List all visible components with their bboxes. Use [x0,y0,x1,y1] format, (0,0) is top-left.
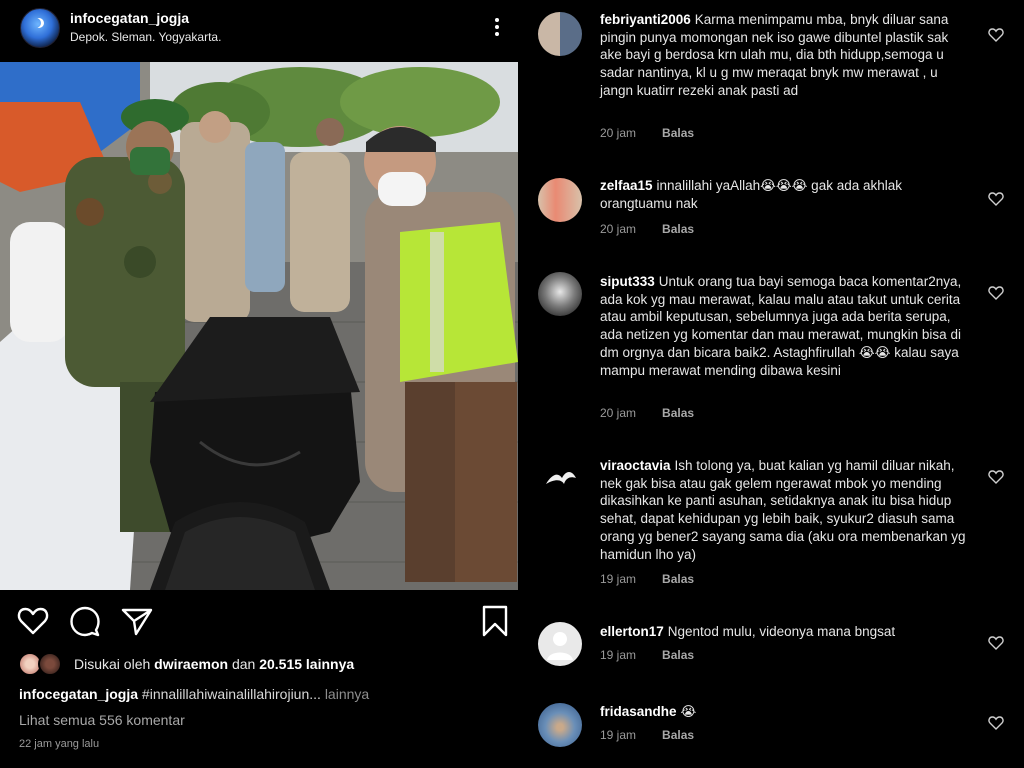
comment-body: 😭 [680,704,697,719]
commenter-avatar[interactable] [538,622,582,666]
commenter-avatar[interactable] [538,456,582,500]
default-avatar-icon [547,632,573,660]
comment-icon[interactable] [68,604,102,638]
post-timestamp: 22 jam yang lalu [19,738,100,750]
reply-button[interactable]: Balas [662,648,694,662]
heart-icon[interactable] [988,286,1004,300]
comment-time: 20 jam [600,406,637,420]
comment-meta: 19 jam Balas [600,648,720,662]
view-all-comments-link[interactable]: Lihat semua 556 komentar [19,712,185,728]
caption-text: #innalillahiwainalillahirojiun... [141,686,321,702]
comment-username[interactable]: ellerton17 [600,624,664,639]
comment-username[interactable]: siput333 [600,274,655,289]
send-icon[interactable] [120,604,154,638]
comment-meta: 20 jam Balas [600,222,720,236]
comment-time: 19 jam [600,648,637,662]
caption-more-link[interactable]: lainnya [325,686,369,702]
comment-meta: 19 jam Balas [600,728,720,742]
comment-time: 20 jam [600,126,637,140]
likes-row[interactable]: Disukai oleh dwiraemon dan 20.515 lainny… [18,652,508,678]
liked-by-user[interactable]: dwiraemon [154,656,228,672]
comment-time: 19 jam [600,572,637,586]
comment-body: Untuk orang tua bayi semoga baca komenta… [600,274,962,378]
likes-mid: dan [231,656,256,672]
comment-username[interactable]: viraoctavia [600,458,671,473]
reply-button[interactable]: Balas [662,222,694,236]
post-actions [0,600,518,644]
comment-username[interactable]: zelfaa15 [600,178,653,193]
likes-prefix: Disukai oleh [74,656,151,672]
post-location[interactable]: Depok. Sleman. Yogyakarta. [70,30,221,44]
heart-icon[interactable] [988,192,1004,206]
reply-button[interactable]: Balas [662,406,694,420]
post-photo-illustration [0,62,518,590]
heart-icon[interactable] [988,716,1004,730]
likes-count[interactable]: 20.515 lainnya [259,656,354,672]
heart-icon[interactable] [988,470,1004,484]
post-caption: infocegatan_jogja #innalillahiwainalilla… [19,686,369,702]
likes-text[interactable]: Disukai oleh dwiraemon dan 20.515 lainny… [74,656,354,672]
comment-text: ellerton17 Ngentod mulu, videonya mana bn… [600,623,972,641]
more-vertical-icon[interactable] [492,16,502,40]
comment-text: zelfaa15 innalillahi yaAllah😭😭😭 gak ada a… [600,177,972,212]
comment-meta: 20 jam Balas [600,406,720,420]
commenter-avatar[interactable] [538,12,582,56]
heart-icon[interactable] [988,636,1004,650]
comment-body: Ngentod mulu, videonya mana bngsat [667,624,896,639]
commenter-avatar[interactable] [538,272,582,316]
bookmark-icon[interactable] [478,604,512,638]
commenter-avatar[interactable] [538,703,582,747]
post-username[interactable]: infocegatan_jogja [70,10,189,26]
post-photo[interactable] [0,62,518,590]
reply-button[interactable]: Balas [662,126,694,140]
reply-button[interactable]: Balas [662,728,694,742]
comment-text: febriyanti2006 Karma menimpamu mba, bnyk … [600,11,972,100]
comment-text: siput333 Untuk orang tua bayi semoga baca… [600,273,972,379]
comment-meta: 19 jam Balas [600,572,720,586]
liker-avatar [38,652,62,676]
caption-username[interactable]: infocegatan_jogja [19,686,138,702]
comment-username[interactable]: fridasandhe [600,704,677,719]
reply-button[interactable]: Balas [662,572,694,586]
post-panel: infocegatan_jogja Depok. Sleman. Yogyaka… [0,0,518,768]
heart-icon[interactable] [16,604,50,638]
comment-meta: 20 jam Balas [600,126,720,140]
heart-icon[interactable] [988,28,1004,42]
commenter-avatar[interactable] [538,178,582,222]
account-avatar[interactable] [20,8,60,48]
comment-body: Ish tolong ya, buat kalian yg hamil dilu… [600,458,966,562]
bird-icon [546,472,576,484]
comment-time: 19 jam [600,728,637,742]
comments-panel: febriyanti2006 Karma menimpamu mba, bnyk … [520,0,1024,768]
comment-username[interactable]: febriyanti2006 [600,12,691,27]
post-header: infocegatan_jogja Depok. Sleman. Yogyaka… [0,0,518,60]
comment-text: fridasandhe 😭 [600,703,972,721]
comment-time: 20 jam [600,222,637,236]
comment-text: viraoctavia Ish tolong ya, buat kalian yg… [600,457,972,563]
